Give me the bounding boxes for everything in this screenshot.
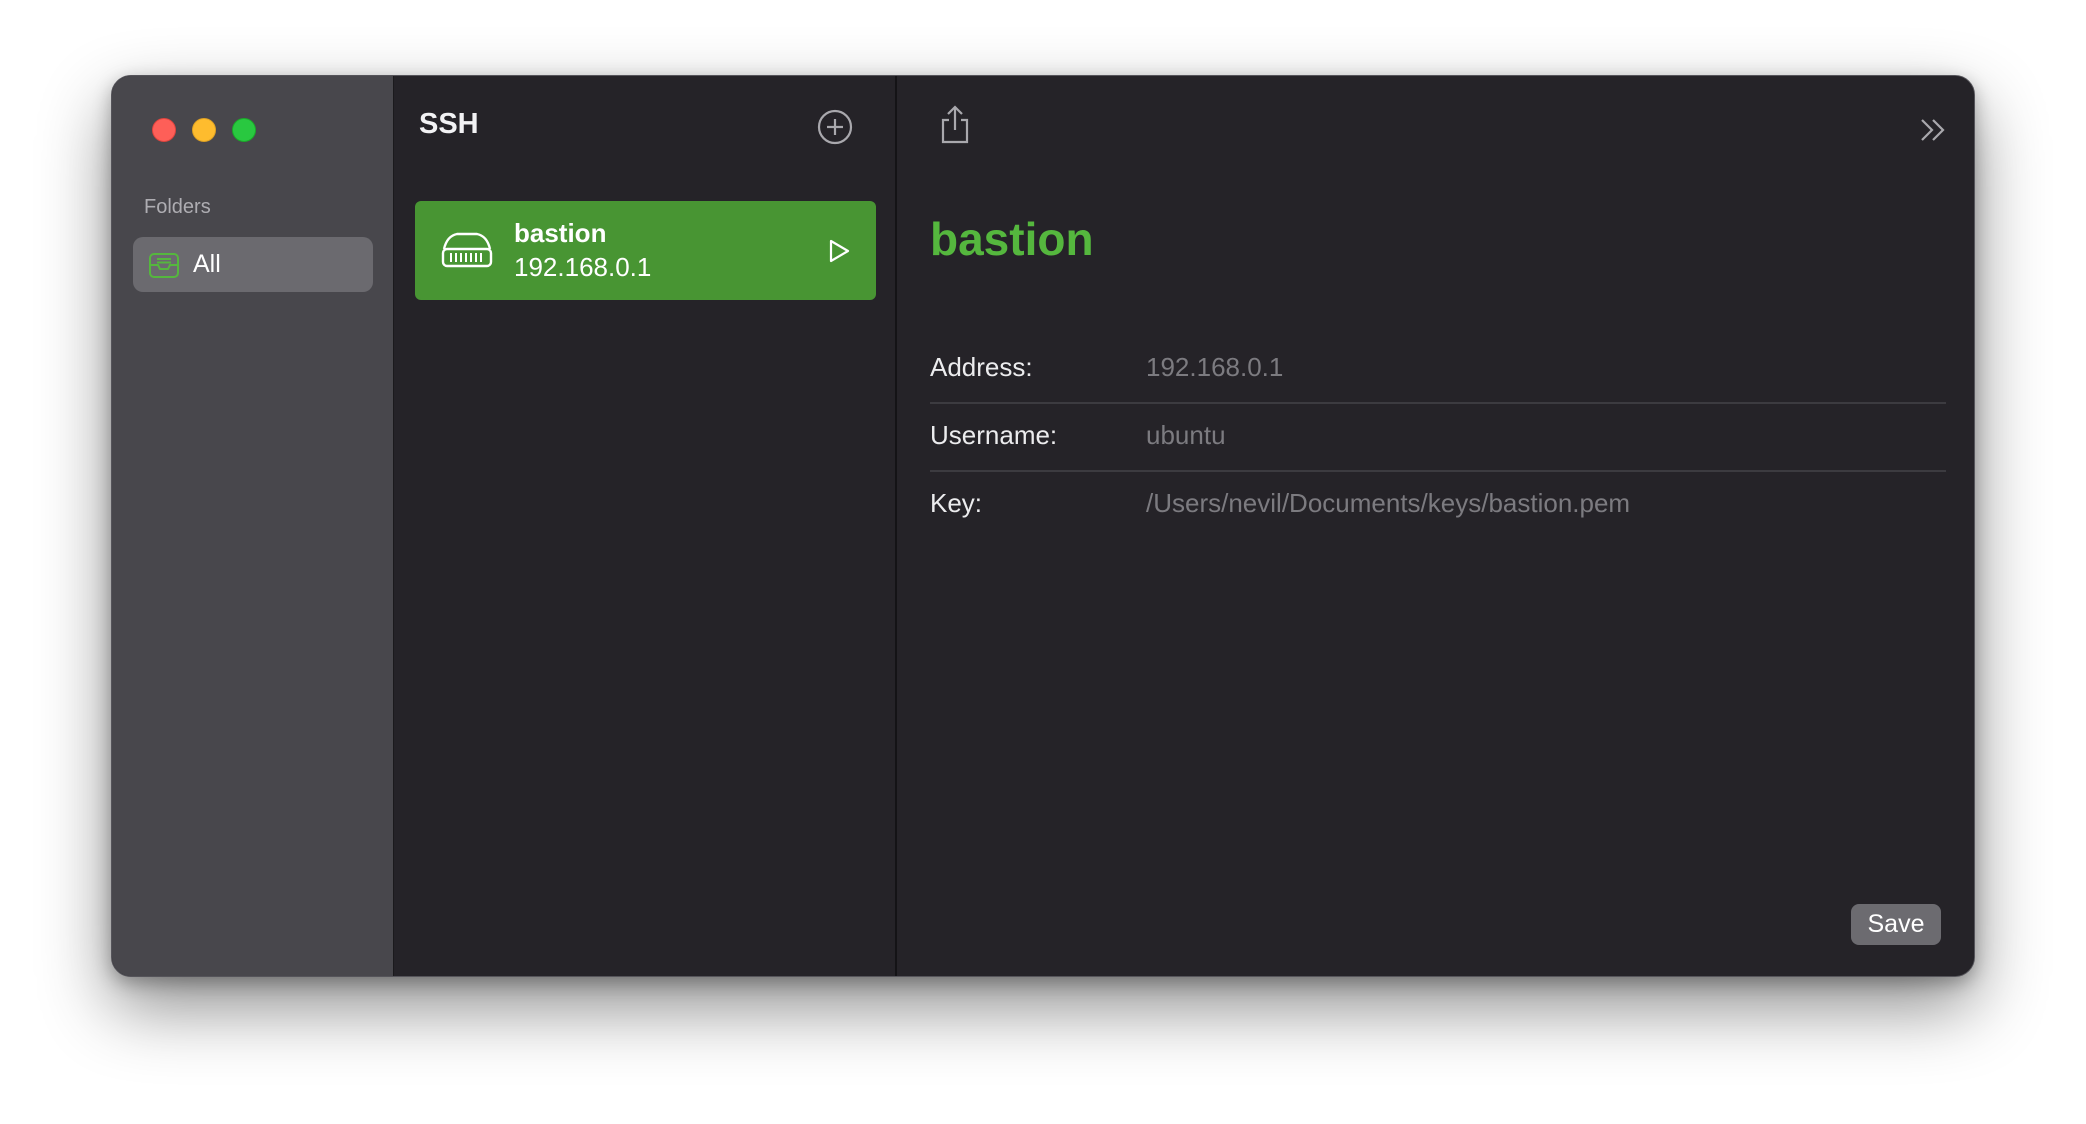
tray-icon bbox=[148, 251, 180, 279]
address-field[interactable] bbox=[1146, 352, 1926, 383]
list-item[interactable]: bastion 192.168.0.1 bbox=[415, 201, 876, 300]
server-icon bbox=[441, 231, 493, 269]
add-host-button[interactable] bbox=[816, 108, 854, 146]
close-window-button[interactable] bbox=[152, 118, 176, 142]
chevron-double-right-icon bbox=[1918, 119, 1948, 148]
share-icon bbox=[938, 105, 972, 150]
plus-circle-icon bbox=[816, 109, 854, 150]
key-row: Key: bbox=[930, 470, 1946, 538]
username-label: Username: bbox=[930, 420, 1058, 450]
expand-button[interactable] bbox=[1918, 116, 1948, 144]
page-title: bastion bbox=[930, 213, 1094, 265]
connect-button[interactable] bbox=[827, 238, 851, 264]
zoom-window-button[interactable] bbox=[232, 118, 256, 142]
folders-section-label: Folders bbox=[144, 196, 211, 218]
username-field[interactable] bbox=[1146, 420, 1926, 451]
save-button[interactable]: Save bbox=[1851, 904, 1941, 945]
key-label: Key: bbox=[930, 488, 983, 518]
detail-pane: bastion Address: Username: Key: Save bbox=[897, 76, 1974, 976]
host-list-pane: SSH bastion 192.168.0.1 bbox=[394, 76, 897, 976]
key-field[interactable] bbox=[1146, 488, 1926, 519]
address-row: Address: bbox=[930, 334, 1946, 404]
list-title: SSH bbox=[419, 108, 479, 140]
sidebar-item-label: All bbox=[193, 250, 221, 278]
host-address: 192.168.0.1 bbox=[514, 252, 652, 282]
host-name: bastion bbox=[514, 218, 607, 248]
sidebar-item-all[interactable]: All bbox=[133, 237, 373, 292]
address-label: Address: bbox=[930, 352, 1033, 382]
app-window: Folders All SSH bastion 192.168.0.1 bast… bbox=[111, 75, 1975, 977]
sidebar: Folders All bbox=[112, 76, 394, 976]
play-icon bbox=[827, 239, 851, 268]
share-button[interactable] bbox=[938, 104, 972, 146]
username-row: Username: bbox=[930, 402, 1946, 472]
minimize-window-button[interactable] bbox=[192, 118, 216, 142]
